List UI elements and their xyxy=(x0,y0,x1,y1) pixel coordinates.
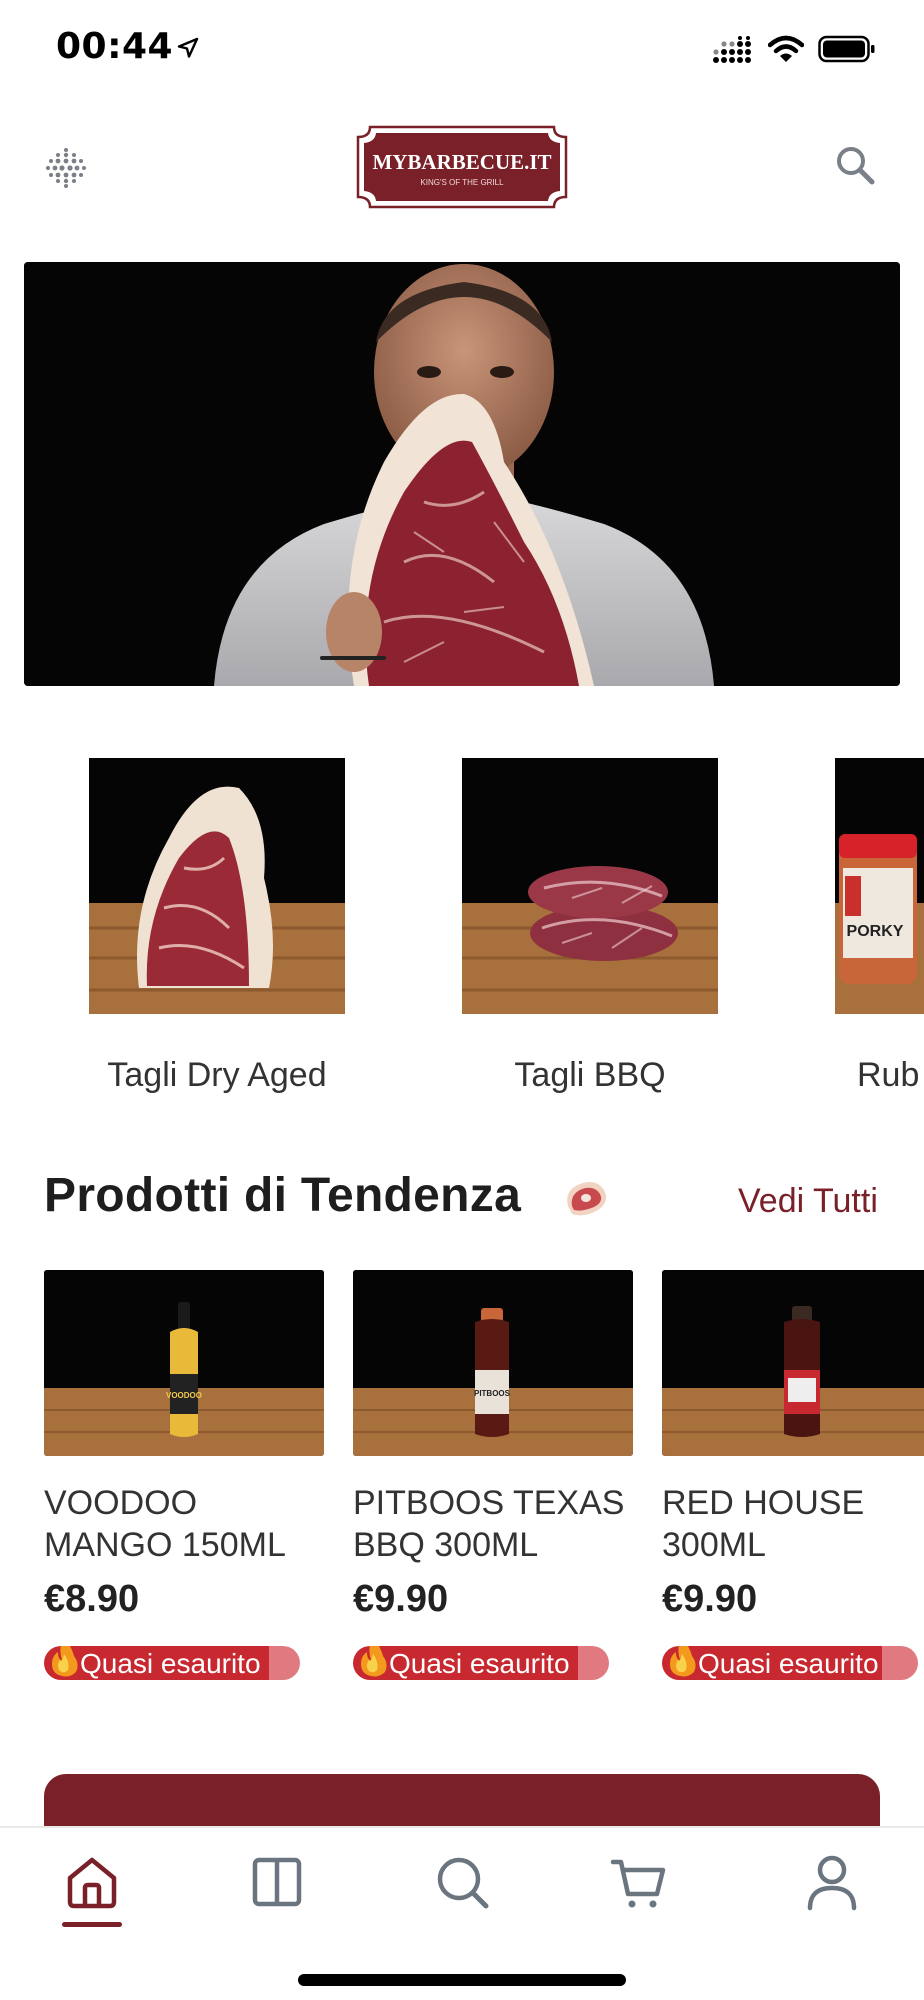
wifi-icon xyxy=(768,35,804,62)
product-carousel: VOODOO VOODOO MANGO 150ML €8.90 Quasi es… xyxy=(0,1270,924,1690)
tab-cart[interactable] xyxy=(609,1852,669,1912)
stock-badge: Quasi esaurito xyxy=(353,1646,609,1680)
tab-catalog[interactable] xyxy=(247,1852,307,1912)
category-label: Rub xyxy=(857,1056,920,1094)
product-name: VOODOO MANGO 150ML xyxy=(44,1484,286,1564)
category-image xyxy=(89,758,345,1014)
svg-text:VOODOO: VOODOO xyxy=(166,1391,202,1400)
product-name: PITBOOS TEXAS BBQ 300ML xyxy=(353,1484,625,1564)
category-label: Tagli Dry Aged xyxy=(107,1056,327,1094)
hero-banner[interactable] xyxy=(24,262,900,686)
stock-badge-label: Quasi esaurito xyxy=(389,1648,570,1679)
logo-text: MYBARBECUE.IT xyxy=(372,150,551,174)
product-card[interactable]: VOODOO VOODOO MANGO 150ML €8.90 Quasi es… xyxy=(44,1270,324,1680)
section-title: Prodotti di Tendenza xyxy=(44,1169,522,1222)
product-price: €9.90 xyxy=(353,1578,449,1620)
status-bar: 00:44 xyxy=(0,0,924,100)
steak-icon xyxy=(567,1182,606,1216)
category-carousel: Tagli Dry Aged Tagli BBQ PORKY Rub xyxy=(0,758,924,1108)
cart-icon xyxy=(610,1859,666,1908)
svg-text:PITBOOS: PITBOOS xyxy=(474,1389,511,1398)
home-indicator xyxy=(298,1974,626,1986)
product-image: PITBOOS xyxy=(353,1270,633,1456)
brand-logo[interactable]: MYBARBECUE.IT KING'S OF THE GRILL xyxy=(356,125,568,209)
stock-badge: Quasi esaurito xyxy=(44,1646,300,1680)
tab-account[interactable] xyxy=(802,1852,862,1912)
product-card[interactable]: RED HOUSE 300ML €9.90 Quasi esaurito xyxy=(662,1270,924,1680)
category-image: PORKY xyxy=(835,758,924,1014)
category-image xyxy=(462,758,718,1014)
category-item[interactable]: Tagli BBQ xyxy=(462,758,718,1094)
flame-icon xyxy=(52,1646,78,1677)
svg-text:PORKY: PORKY xyxy=(847,923,904,940)
product-card[interactable]: PITBOOS PITBOOS TEXAS BBQ 300ML €9.90 Qu… xyxy=(353,1270,633,1680)
category-item[interactable]: Tagli Dry Aged xyxy=(89,758,345,1094)
category-item[interactable]: PORKY Rub xyxy=(835,758,924,1094)
product-name: RED HOUSE 300ML xyxy=(662,1484,865,1564)
stock-badge-label: Quasi esaurito xyxy=(80,1648,261,1679)
active-tab-indicator xyxy=(62,1922,122,1927)
flame-icon xyxy=(361,1646,387,1677)
product-price: €8.90 xyxy=(44,1578,140,1620)
cellular-signal-icon xyxy=(713,36,751,63)
tab-search[interactable] xyxy=(432,1852,492,1912)
category-label: Tagli BBQ xyxy=(514,1056,666,1094)
app-header: MYBARBECUE.IT KING'S OF THE GRILL xyxy=(0,100,924,240)
flame-icon xyxy=(670,1646,696,1677)
product-price: €9.90 xyxy=(662,1578,758,1620)
carousel-indicator-active[interactable] xyxy=(320,656,386,660)
catalog-icon xyxy=(252,1857,302,1907)
battery-icon xyxy=(818,35,875,63)
status-time: 00:44 xyxy=(56,26,174,67)
tab-home[interactable] xyxy=(62,1852,122,1912)
user-icon xyxy=(807,1855,857,1911)
stock-badge: Quasi esaurito xyxy=(662,1646,918,1680)
see-all-link[interactable]: Vedi Tutti xyxy=(738,1182,878,1221)
search-icon[interactable] xyxy=(834,144,876,186)
menu-icon[interactable] xyxy=(44,146,88,190)
product-image: VOODOO xyxy=(44,1270,324,1456)
search-icon xyxy=(437,1857,489,1909)
hero-image xyxy=(24,262,900,686)
stock-badge-label: Quasi esaurito xyxy=(698,1648,879,1679)
logo-tagline: KING'S OF THE GRILL xyxy=(420,178,504,187)
product-image xyxy=(662,1270,924,1456)
bottom-tab-bar xyxy=(0,1826,924,2000)
location-arrow-icon xyxy=(177,37,199,58)
home-icon xyxy=(67,1857,117,1909)
